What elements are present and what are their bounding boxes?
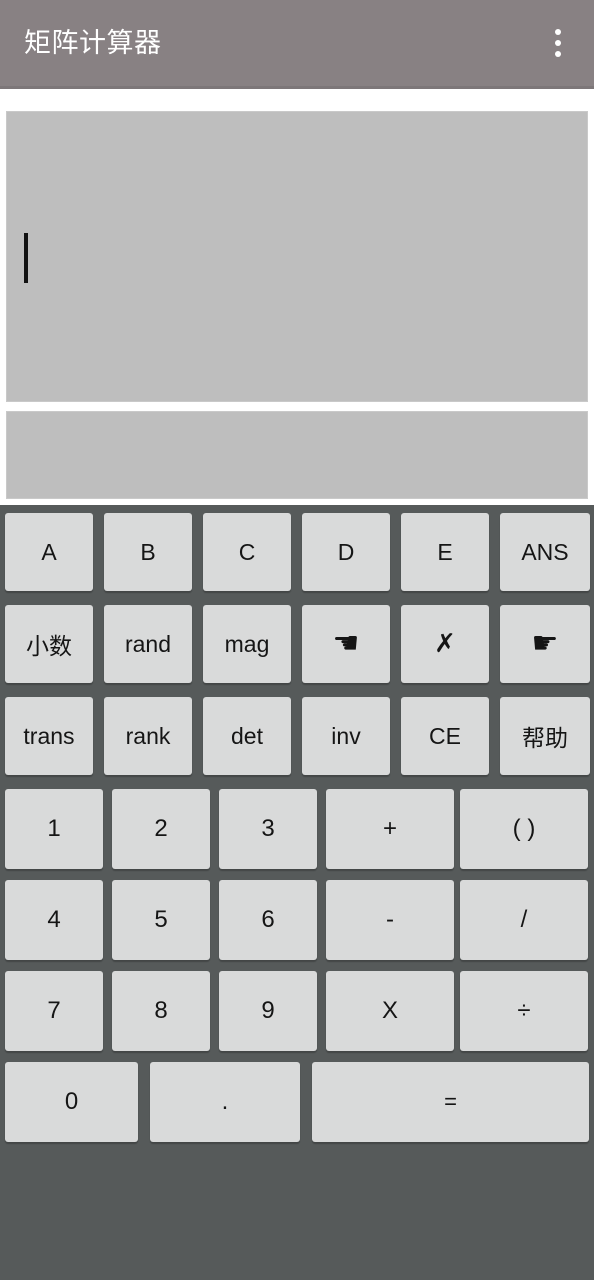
- cursor-left-hand-icon[interactable]: ☚: [302, 605, 390, 683]
- key-3[interactable]: 3: [219, 789, 317, 869]
- overflow-menu-icon[interactable]: [544, 26, 572, 60]
- key-mag[interactable]: mag: [203, 605, 291, 683]
- overflow-dot: [555, 29, 561, 35]
- keypad: A B C D E ANS 小数 rand mag ☚ ✗ ☛ trans rank det inv CE 帮助 1…: [0, 505, 594, 1280]
- key-c[interactable]: C: [203, 513, 291, 591]
- key-divide[interactable]: ÷: [460, 971, 588, 1051]
- key-det[interactable]: det: [203, 697, 291, 775]
- key-5[interactable]: 5: [112, 880, 210, 960]
- key-7[interactable]: 7: [5, 971, 103, 1051]
- key-9[interactable]: 9: [219, 971, 317, 1051]
- key-ans[interactable]: ANS: [500, 513, 590, 591]
- key-0[interactable]: 0: [5, 1062, 138, 1142]
- key-help[interactable]: 帮助: [500, 697, 590, 775]
- expression-input[interactable]: [6, 111, 588, 402]
- key-1[interactable]: 1: [5, 789, 103, 869]
- key-a[interactable]: A: [5, 513, 93, 591]
- text-caret: [24, 233, 28, 283]
- key-decimal-cjk[interactable]: 小数: [5, 605, 93, 683]
- display-area: [0, 89, 594, 505]
- key-inv[interactable]: inv: [302, 697, 390, 775]
- key-minus[interactable]: -: [326, 880, 454, 960]
- cursor-right-hand-icon[interactable]: ☛: [500, 605, 590, 683]
- matrix-calculator-app: 矩阵计算器 A B C D E ANS 小数 rand mag ☚ ✗ ☛ trans rank det in…: [0, 0, 594, 1280]
- result-output[interactable]: [6, 411, 588, 499]
- key-ce[interactable]: CE: [401, 697, 489, 775]
- overflow-dot: [555, 51, 561, 57]
- overflow-dot: [555, 40, 561, 46]
- key-8[interactable]: 8: [112, 971, 210, 1051]
- key-rand[interactable]: rand: [104, 605, 192, 683]
- key-4[interactable]: 4: [5, 880, 103, 960]
- key-parentheses[interactable]: ( ): [460, 789, 588, 869]
- title-bar: 矩阵计算器: [0, 0, 594, 86]
- key-slash[interactable]: /: [460, 880, 588, 960]
- key-6[interactable]: 6: [219, 880, 317, 960]
- page-title: 矩阵计算器: [24, 28, 162, 58]
- key-plus[interactable]: +: [326, 789, 454, 869]
- key-decimal[interactable]: .: [150, 1062, 300, 1142]
- key-rank[interactable]: rank: [104, 697, 192, 775]
- key-2[interactable]: 2: [112, 789, 210, 869]
- key-trans[interactable]: trans: [5, 697, 93, 775]
- key-equals[interactable]: =: [312, 1062, 589, 1142]
- backspace-cross-icon[interactable]: ✗: [401, 605, 489, 683]
- key-e[interactable]: E: [401, 513, 489, 591]
- key-b[interactable]: B: [104, 513, 192, 591]
- key-d[interactable]: D: [302, 513, 390, 591]
- key-multiply[interactable]: X: [326, 971, 454, 1051]
